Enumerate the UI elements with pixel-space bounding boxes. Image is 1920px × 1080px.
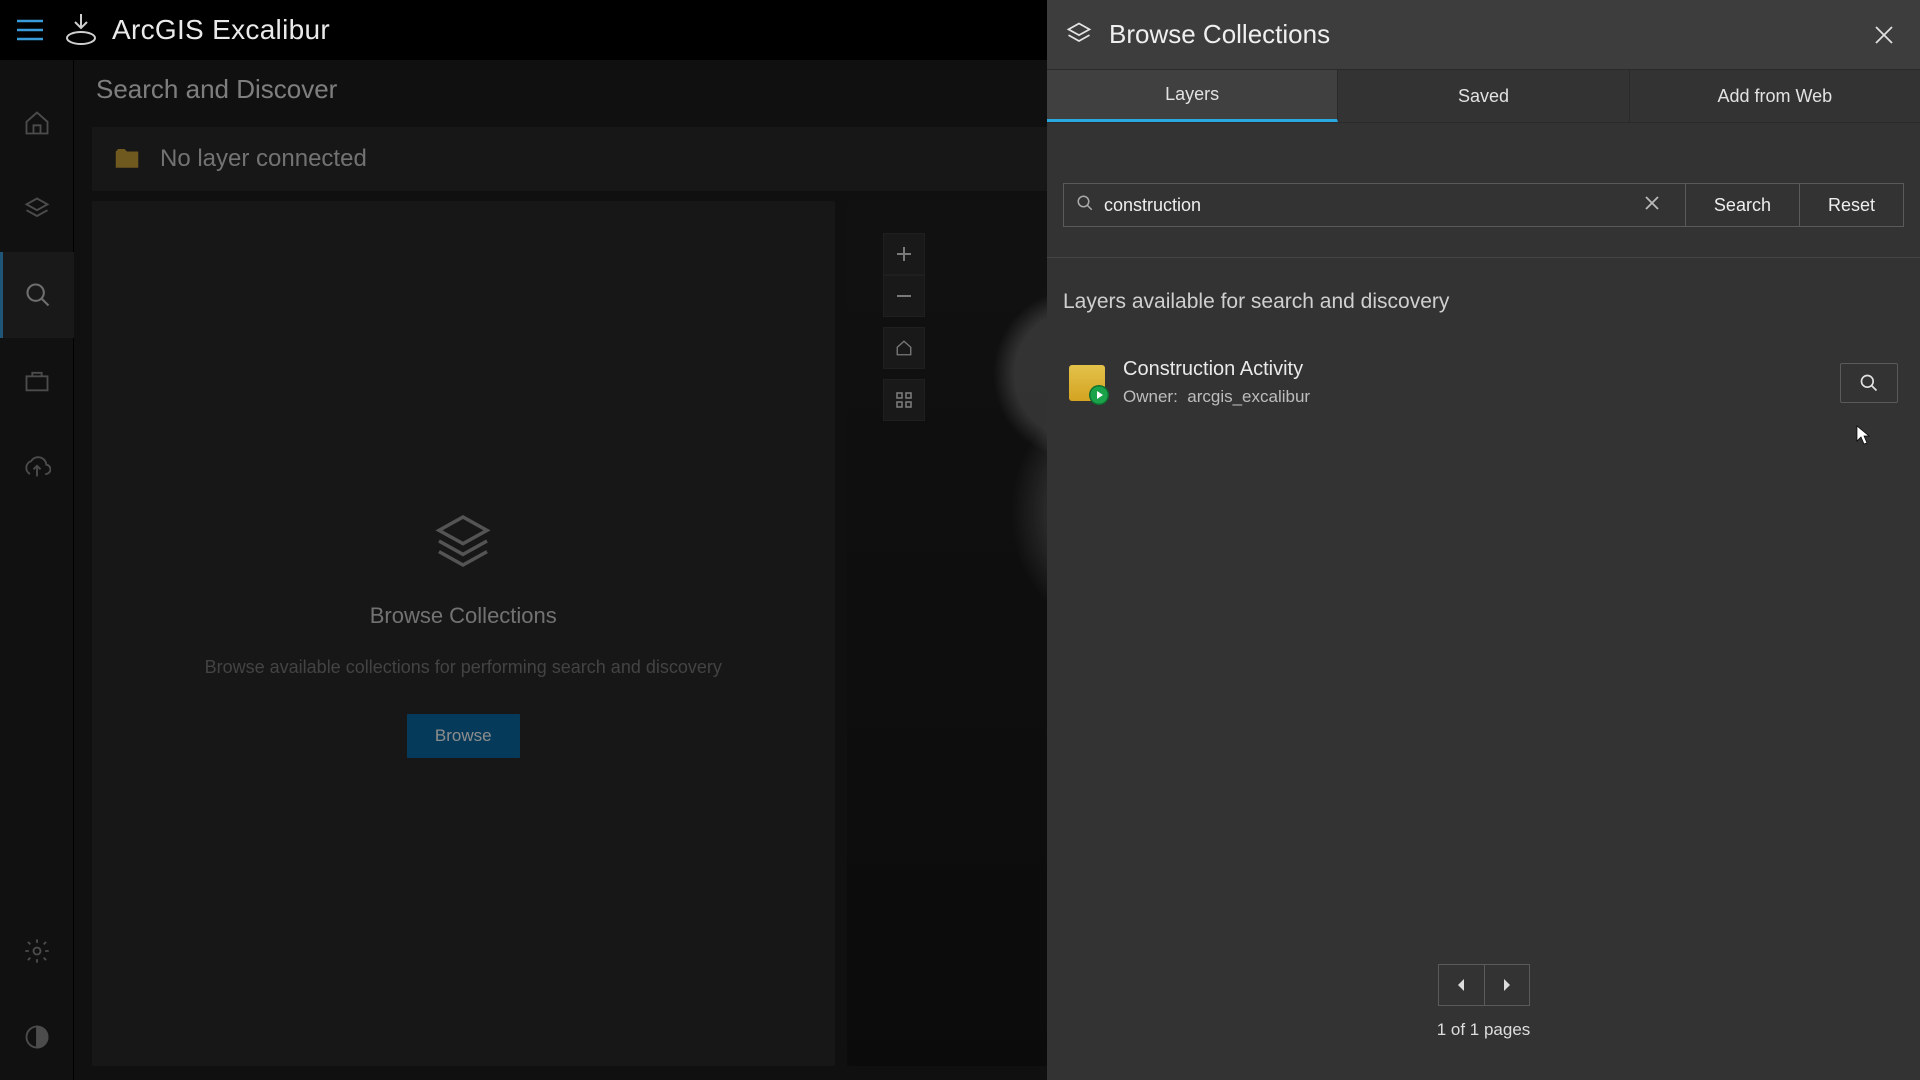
layers-icon xyxy=(431,509,495,573)
results-heading: Layers available for search and discover… xyxy=(1063,290,1904,314)
layer-status-text: No layer connected xyxy=(160,145,367,173)
home-extent-button[interactable] xyxy=(883,327,925,369)
left-sidebar xyxy=(0,60,74,1080)
tab-add-from-web[interactable]: Add from Web xyxy=(1630,70,1920,122)
nav-briefcase[interactable] xyxy=(0,338,74,424)
search-layer-button[interactable] xyxy=(1840,363,1898,403)
nav-theme[interactable] xyxy=(0,994,74,1080)
result-name: Construction Activity xyxy=(1123,358,1840,381)
menu-button[interactable] xyxy=(10,10,50,50)
zoom-out-button[interactable] xyxy=(883,275,925,317)
search-icon xyxy=(1076,194,1104,217)
page-next-button[interactable] xyxy=(1484,964,1530,1006)
layer-type-icon xyxy=(1069,365,1105,401)
app-logo-icon xyxy=(56,5,106,55)
reset-button[interactable]: Reset xyxy=(1800,183,1904,227)
nav-search[interactable] xyxy=(0,252,74,338)
nav-settings[interactable] xyxy=(0,908,74,994)
pager-text: 1 of 1 pages xyxy=(1437,1020,1531,1040)
nav-home[interactable] xyxy=(0,80,74,166)
browse-card: Browse Collections Browse available coll… xyxy=(92,201,835,1066)
folder-icon xyxy=(112,144,142,174)
layers-icon xyxy=(1065,20,1095,50)
search-input[interactable] xyxy=(1104,195,1641,216)
tab-layers[interactable]: Layers xyxy=(1047,70,1338,122)
result-item[interactable]: Construction Activity Owner: arcgis_exca… xyxy=(1063,342,1904,423)
nav-upload[interactable] xyxy=(0,424,74,510)
browse-card-title: Browse Collections xyxy=(370,603,557,629)
zoom-in-button[interactable] xyxy=(883,233,925,275)
app-title: ArcGIS Excalibur xyxy=(112,14,330,46)
panel-title: Browse Collections xyxy=(1109,19,1866,50)
search-button[interactable]: Search xyxy=(1686,183,1800,227)
result-owner: Owner: arcgis_excalibur xyxy=(1123,387,1840,407)
basemap-button[interactable] xyxy=(883,379,925,421)
close-button[interactable] xyxy=(1866,17,1902,53)
browse-card-subtitle: Browse available collections for perform… xyxy=(205,657,722,678)
browse-button[interactable]: Browse xyxy=(407,714,520,758)
browse-collections-panel: Browse Collections Layers Saved Add from… xyxy=(1047,0,1920,1080)
nav-layers[interactable] xyxy=(0,166,74,252)
page-prev-button[interactable] xyxy=(1438,964,1484,1006)
clear-search-button[interactable] xyxy=(1641,196,1673,215)
tab-saved[interactable]: Saved xyxy=(1338,70,1629,122)
